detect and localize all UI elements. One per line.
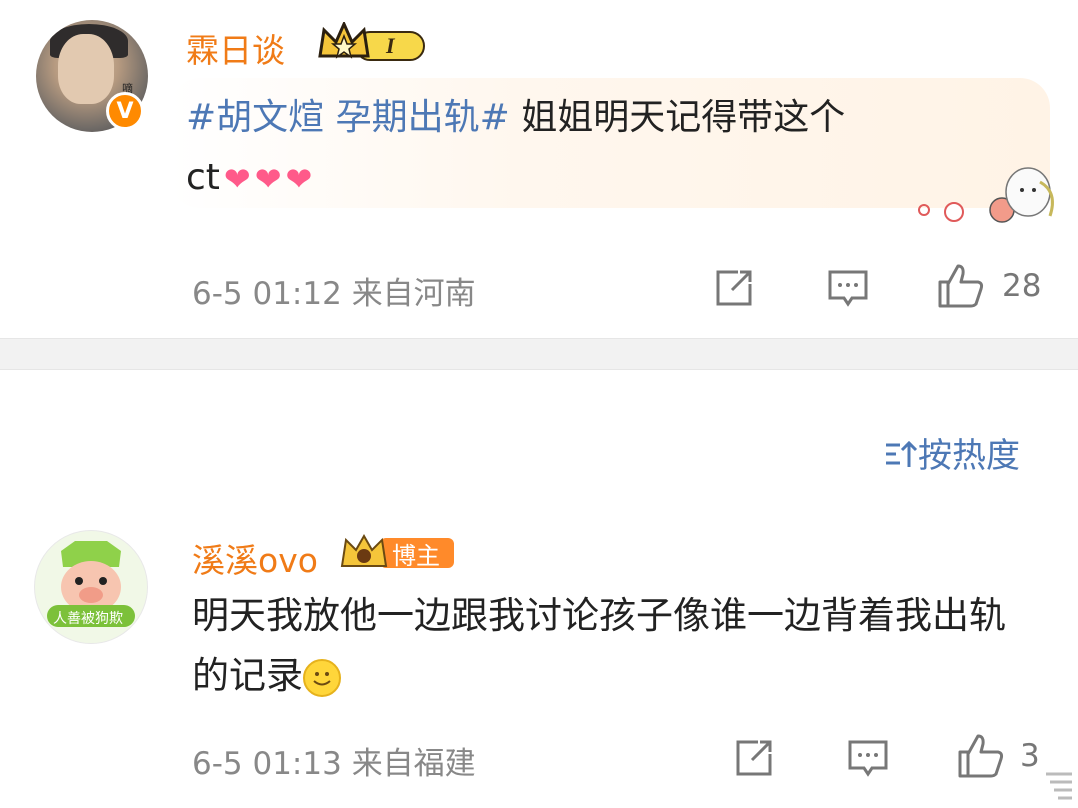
card-sticker-icon: [918, 167, 1054, 223]
like-count: 3: [1020, 738, 1040, 774]
comment-location: 来自福建: [351, 746, 476, 782]
comment-meta: 6-5 01:13 来自福建: [192, 738, 476, 783]
avatar-caption: 人善被狗欺: [53, 611, 123, 627]
avatar-face: [58, 34, 114, 104]
post-text: #胡文煊 孕期出轨# 姐姐明天记得带这个 ct ❤ ❤ ❤: [186, 88, 1026, 209]
like-count: 28: [1002, 268, 1042, 304]
crown-icon: I: [318, 22, 425, 61]
commenter-avatar[interactable]: 人善被狗欺: [34, 530, 148, 644]
verified-icon: V: [106, 92, 144, 130]
comment-icon[interactable]: [846, 736, 890, 780]
comment-text: 明天我放他一边跟我讨论孩子像谁一边背着我出轨的记录: [192, 586, 1032, 706]
share-icon[interactable]: [732, 736, 776, 780]
level-badge-text: I: [385, 33, 396, 58]
author-name[interactable]: 霖日谈: [186, 24, 285, 72]
comment-icon[interactable]: [826, 266, 870, 310]
topic-link[interactable]: #胡文煊 孕期出轨#: [186, 97, 510, 138]
section-divider: [0, 338, 1078, 370]
sort-button[interactable]: 按热度: [884, 428, 1020, 477]
share-icon[interactable]: [712, 266, 756, 310]
heart-emoji: ❤: [285, 160, 313, 198]
comment-time: 6-5 01:13: [192, 746, 342, 782]
like-icon[interactable]: [936, 262, 986, 310]
watermark-icon: [1046, 772, 1072, 800]
post-meta: 6-5 01:12 来自河南: [192, 268, 476, 313]
post-location: 来自河南: [351, 276, 476, 312]
heart-emoji: ❤: [254, 160, 282, 198]
post-time: 6-5 01:12: [192, 276, 342, 312]
original-post: 嘀 V 霖日谈 I #胡文煊 孕期出轨# 姐姐明天记得带这个 ct ❤ ❤ ❤ 6-5…: [0, 0, 1078, 338]
post-text-line2: ct: [186, 157, 220, 198]
sort-label: 按热度: [918, 436, 1020, 476]
blogger-badge-label: 博主: [392, 542, 440, 570]
like-icon[interactable]: [956, 732, 1006, 780]
heart-emoji-group: ❤ ❤ ❤: [220, 149, 312, 209]
commenter-name[interactable]: 溪溪ovo: [192, 534, 318, 582]
smile-emoji: [303, 658, 341, 697]
heart-emoji: ❤: [223, 160, 251, 198]
post-text-main: 姐姐明天记得带这个: [509, 97, 846, 138]
sort-icon: [886, 440, 918, 467]
